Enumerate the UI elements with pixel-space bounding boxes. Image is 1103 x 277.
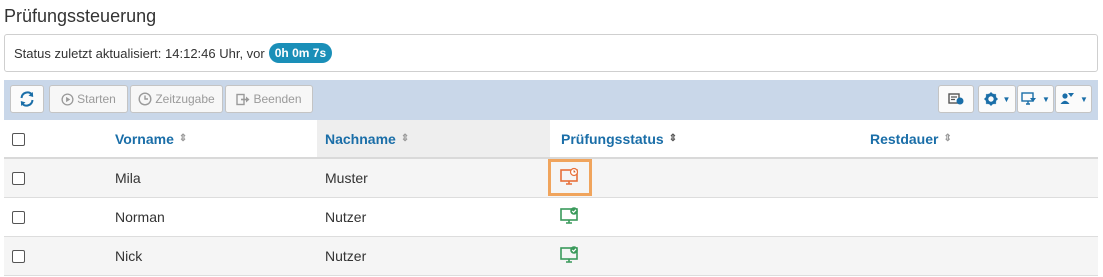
monitor-filter-icon bbox=[1021, 92, 1037, 105]
column-label: Nachname bbox=[325, 130, 396, 147]
select-all-checkbox[interactable] bbox=[12, 133, 25, 146]
cell-vorname: Norman bbox=[115, 209, 165, 225]
column-label: Prüfungsstatus bbox=[561, 130, 664, 147]
chevron-down-icon: ▼ bbox=[1002, 94, 1011, 104]
refresh-button[interactable] bbox=[10, 85, 44, 113]
column-header-nachname[interactable]: Nachname ⇕ bbox=[317, 120, 550, 157]
cell-nachname: Nutzer bbox=[325, 209, 367, 225]
start-label: Starten bbox=[77, 92, 116, 106]
row-checkbox[interactable] bbox=[12, 250, 25, 263]
table-row[interactable]: Norman Nutzer bbox=[4, 198, 1098, 237]
end-label: Beenden bbox=[253, 92, 302, 106]
cell-nachname: Nutzer bbox=[325, 248, 367, 264]
monitor-ok-icon[interactable] bbox=[559, 245, 581, 265]
export-info-icon bbox=[948, 93, 964, 105]
page-title: Prüfungssteuerung bbox=[4, 6, 157, 26]
status-text: Status zuletzt aktualisiert: 14:12:46 Uh… bbox=[14, 45, 265, 61]
column-label: Restdauer bbox=[870, 130, 939, 147]
play-circle-icon bbox=[61, 92, 74, 106]
monitor-waiting-icon[interactable] bbox=[559, 167, 581, 187]
gear-icon bbox=[984, 92, 998, 106]
refresh-icon bbox=[20, 91, 34, 107]
column-header-restdauer[interactable]: Restdauer ⇕ bbox=[870, 120, 1070, 157]
time-addition-label: Zeitzugabe bbox=[155, 92, 215, 106]
sort-icon: ⇕ bbox=[400, 133, 410, 144]
chevron-down-icon: ▼ bbox=[1042, 94, 1050, 104]
table-row[interactable]: Nick Nutzer bbox=[4, 237, 1098, 276]
row-checkbox[interactable] bbox=[12, 211, 25, 224]
table-row[interactable]: Mila Muster bbox=[4, 159, 1098, 198]
sort-icon: ⇕ bbox=[668, 133, 678, 144]
row-checkbox[interactable] bbox=[12, 172, 25, 185]
user-filter-dropdown-button[interactable]: ▼ bbox=[1055, 85, 1092, 113]
cell-vorname: Mila bbox=[115, 170, 141, 186]
table-header: Vorname ⇕ Nachname ⇕ Prüfungsstatus ⇕ Re… bbox=[4, 120, 1098, 159]
monitor-ok-icon[interactable] bbox=[559, 206, 581, 226]
filter-dropdown-button[interactable]: ▼ bbox=[1017, 85, 1054, 113]
time-addition-button[interactable]: Zeitzugabe bbox=[130, 85, 223, 113]
settings-dropdown-button[interactable]: ▼ bbox=[978, 85, 1016, 113]
start-button[interactable]: Starten bbox=[49, 85, 128, 113]
cell-nachname: Muster bbox=[325, 170, 368, 186]
sort-icon: ⇕ bbox=[943, 133, 952, 144]
elapsed-badge: 0h 0m 7s bbox=[268, 43, 333, 63]
column-header-vorname[interactable]: Vorname ⇕ bbox=[115, 120, 315, 157]
column-label: Vorname bbox=[115, 130, 174, 147]
user-filter-icon bbox=[1060, 93, 1075, 104]
sort-icon: ⇕ bbox=[178, 133, 188, 144]
end-button[interactable]: Beenden bbox=[225, 85, 313, 113]
column-header-pruefungsstatus[interactable]: Prüfungsstatus ⇕ bbox=[561, 120, 861, 157]
clock-plus-icon bbox=[138, 92, 152, 106]
chevron-down-icon: ▼ bbox=[1080, 94, 1088, 104]
cell-vorname: Nick bbox=[115, 248, 143, 264]
export-button[interactable] bbox=[938, 85, 974, 113]
toolbar: Starten Zeitzugabe Beenden ▼ ▼ ▼ bbox=[4, 80, 1098, 120]
participants-table: Vorname ⇕ Nachname ⇕ Prüfungsstatus ⇕ Re… bbox=[4, 120, 1098, 276]
sign-out-icon bbox=[236, 93, 250, 105]
status-bar: Status zuletzt aktualisiert: 14:12:46 Uh… bbox=[4, 34, 1098, 72]
